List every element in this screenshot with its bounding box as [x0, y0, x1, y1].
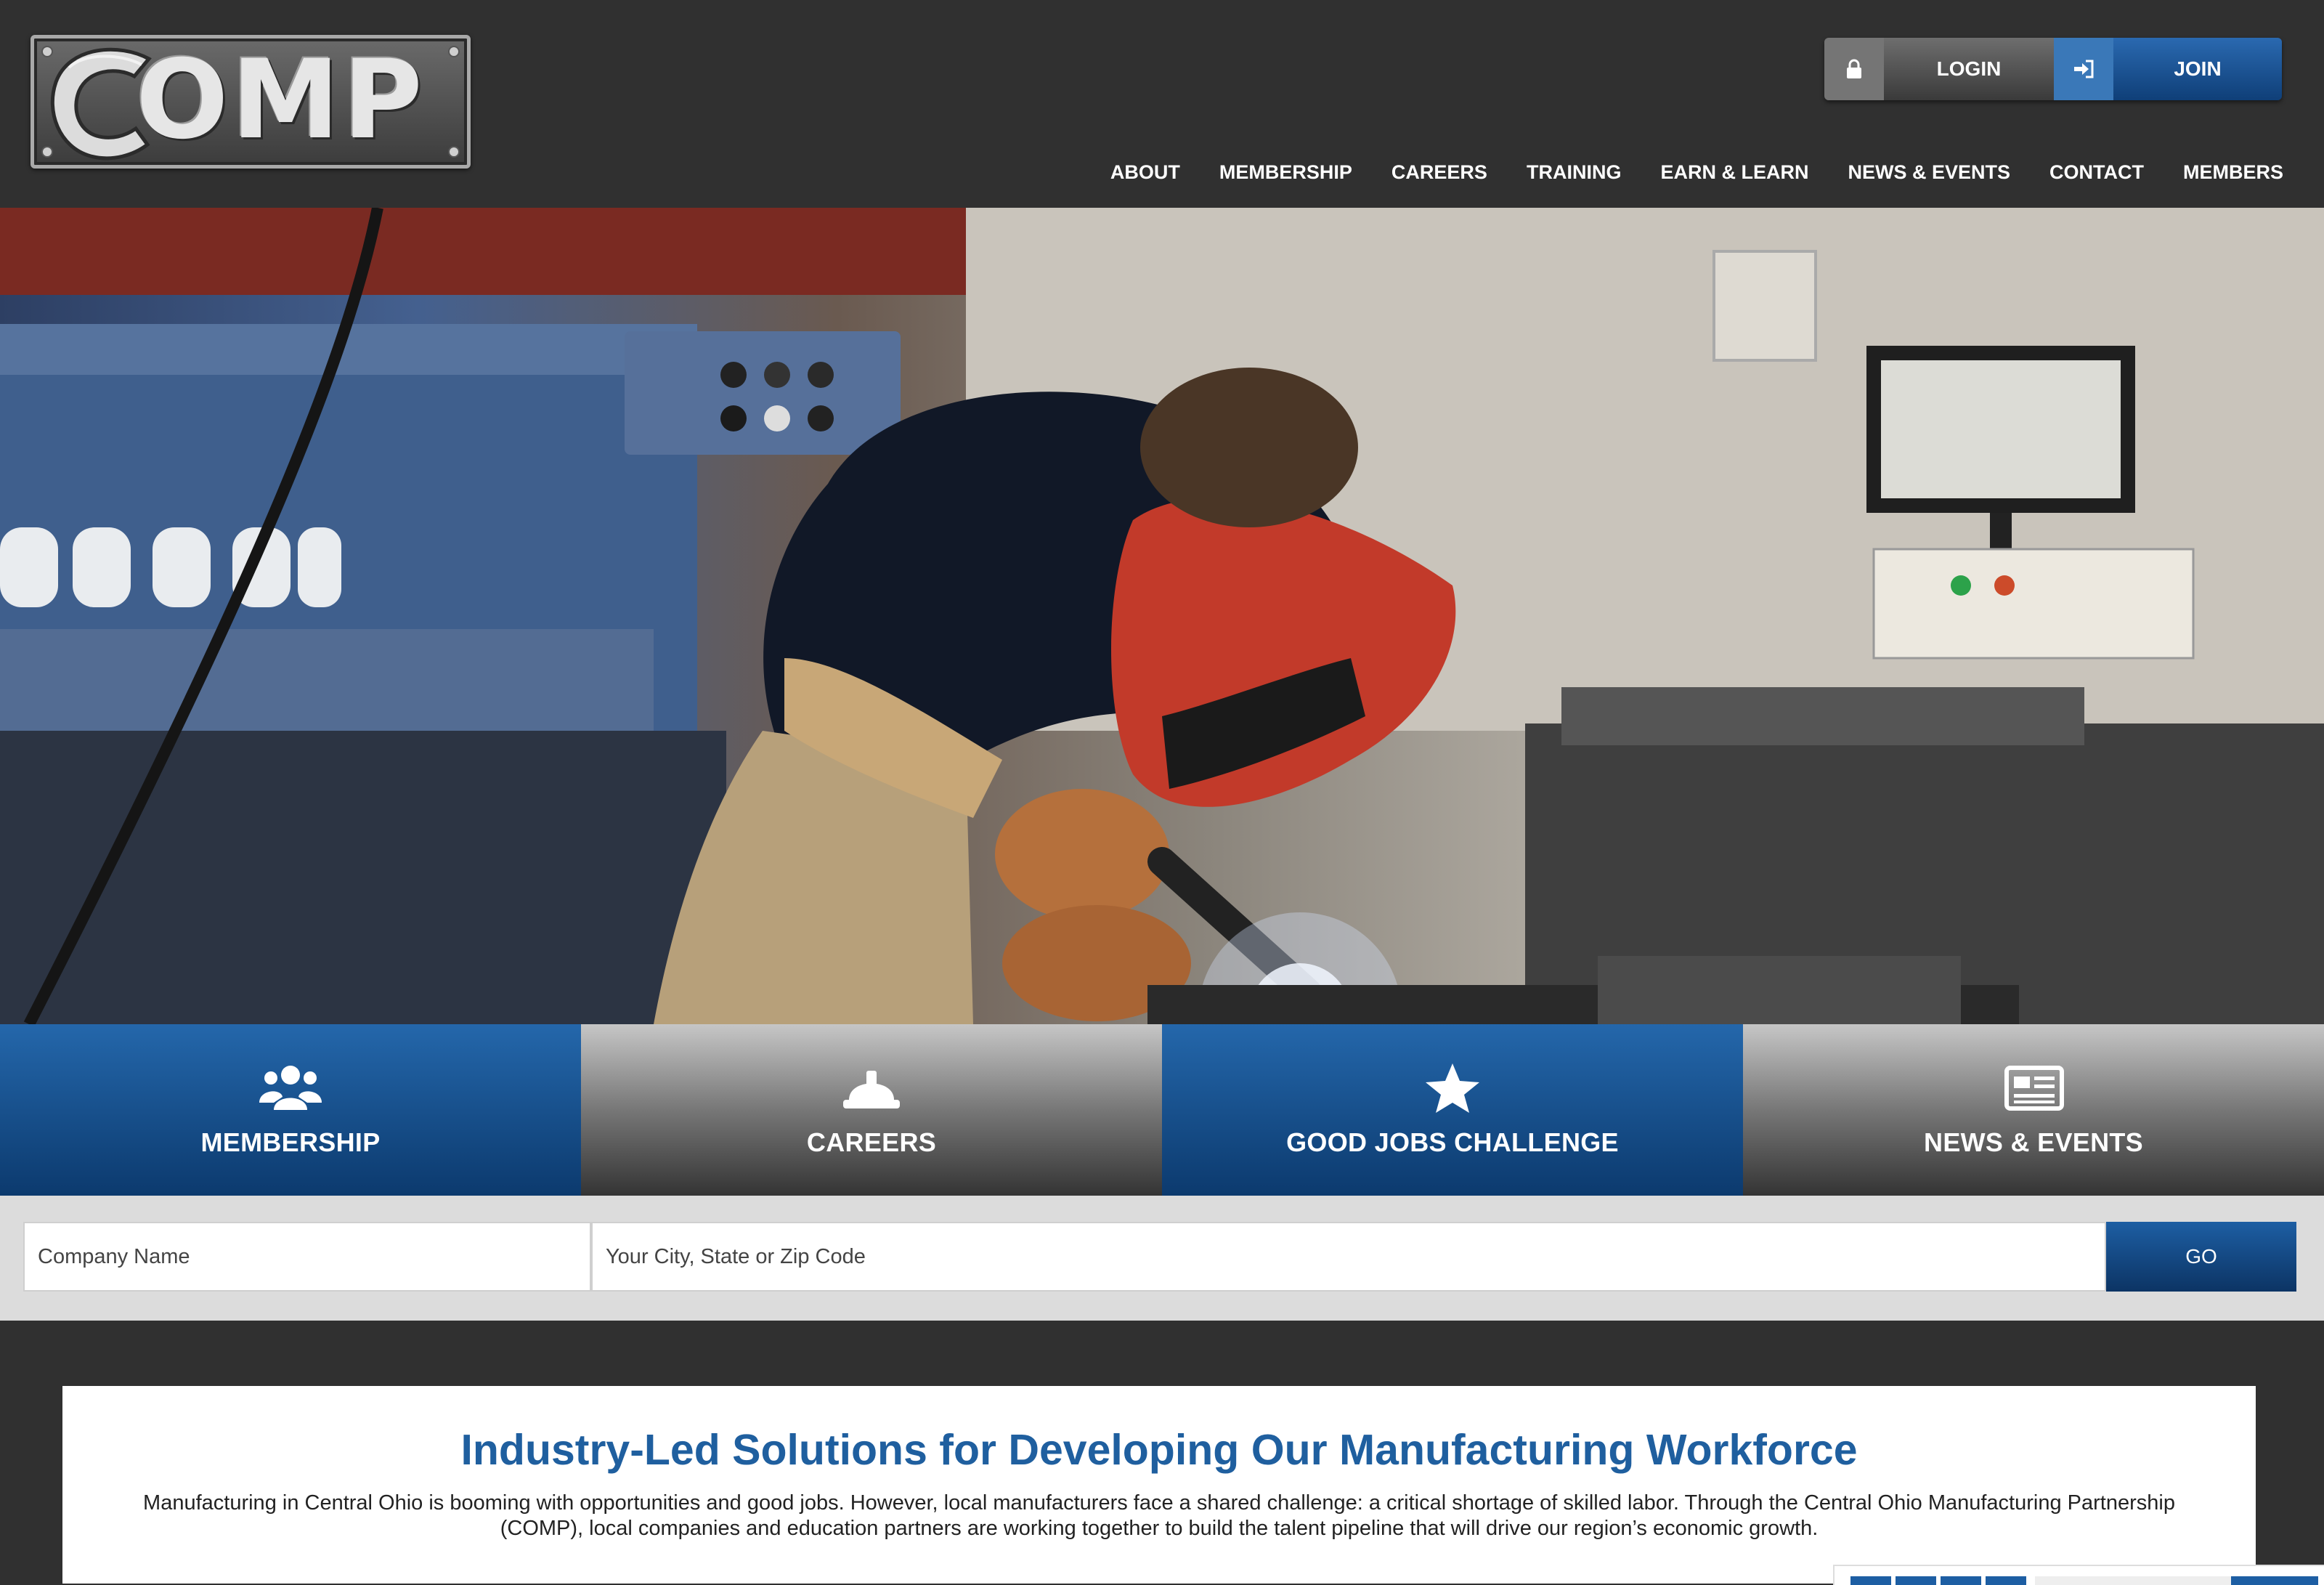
sign-in-icon[interactable]: [2054, 38, 2113, 100]
lock-icon[interactable]: [1824, 38, 1884, 100]
widget-tab[interactable]: [1850, 1576, 1891, 1585]
widget-tab[interactable]: [1986, 1576, 2026, 1585]
nav-earn-learn[interactable]: EARN & LEARN: [1660, 161, 1808, 184]
widget-tab[interactable]: [1896, 1576, 1936, 1585]
nav-contact[interactable]: CONTACT: [2049, 161, 2144, 184]
tile-label: CAREERS: [806, 1127, 937, 1157]
nav-training[interactable]: TRAINING: [1527, 161, 1622, 184]
nav-members[interactable]: MEMBERS: [2183, 161, 2283, 184]
logo-bolt: [41, 46, 53, 57]
auth-bar: LOGIN JOIN: [1824, 38, 2282, 100]
nav-careers[interactable]: CAREERS: [1391, 161, 1487, 184]
widget-bar: [2035, 1576, 2231, 1585]
tile-careers[interactable]: CAREERS: [581, 1024, 1162, 1196]
tile-good-jobs-challenge[interactable]: GOOD JOBS CHALLENGE: [1162, 1024, 1743, 1196]
hero-image: [0, 208, 2324, 1024]
site-header: OMP LOGIN JOIN ABOUT MEMBERSHIP CAREERS …: [0, 0, 2324, 208]
feature-tiles: MEMBERSHIP CAREERS GOOD JOBS CHALLENGE N…: [0, 1024, 2324, 1196]
tile-news-events[interactable]: NEWS & EVENTS: [1743, 1024, 2324, 1196]
newspaper-icon: [2004, 1066, 2064, 1111]
main-nav: ABOUT MEMBERSHIP CAREERS TRAINING EARN &…: [1110, 161, 2283, 184]
location-input[interactable]: [591, 1222, 2106, 1292]
go-button[interactable]: GO: [2106, 1222, 2296, 1292]
company-name-input[interactable]: [23, 1222, 591, 1292]
nav-membership[interactable]: MEMBERSHIP: [1219, 161, 1352, 184]
page-headline: Industry-Led Solutions for Developing Ou…: [460, 1426, 1858, 1474]
member-search-bar: GO: [0, 1196, 2324, 1321]
login-button[interactable]: LOGIN: [1884, 38, 2054, 100]
intro-paragraph: Manufacturing in Central Ohio is booming…: [143, 1491, 2175, 1540]
nav-about[interactable]: ABOUT: [1110, 161, 1180, 184]
nav-news-events[interactable]: NEWS & EVENTS: [1848, 161, 2010, 184]
logo-bolt: [448, 46, 460, 57]
join-button[interactable]: JOIN: [2113, 38, 2282, 100]
logo-bolt: [41, 146, 53, 158]
star-icon: [1426, 1063, 1479, 1113]
logo-bolt: [448, 146, 460, 158]
tile-label: GOOD JOBS CHALLENGE: [1286, 1127, 1619, 1157]
users-icon: [259, 1066, 322, 1110]
logo-text: OMP: [136, 37, 426, 163]
comp-logo[interactable]: OMP: [31, 35, 471, 169]
widget-tab[interactable]: [1941, 1576, 1981, 1585]
tile-label: NEWS & EVENTS: [1924, 1127, 2143, 1157]
widget-button[interactable]: [2231, 1576, 2318, 1585]
tile-membership[interactable]: MEMBERSHIP: [0, 1024, 581, 1196]
hard-hat-icon: [843, 1071, 900, 1108]
welder-photo-illustration: [0, 208, 2324, 1024]
floating-widget[interactable]: [1833, 1565, 2324, 1585]
tile-label: MEMBERSHIP: [200, 1127, 381, 1157]
intro-section: Industry-Led Solutions for Developing Ou…: [62, 1386, 2256, 1584]
